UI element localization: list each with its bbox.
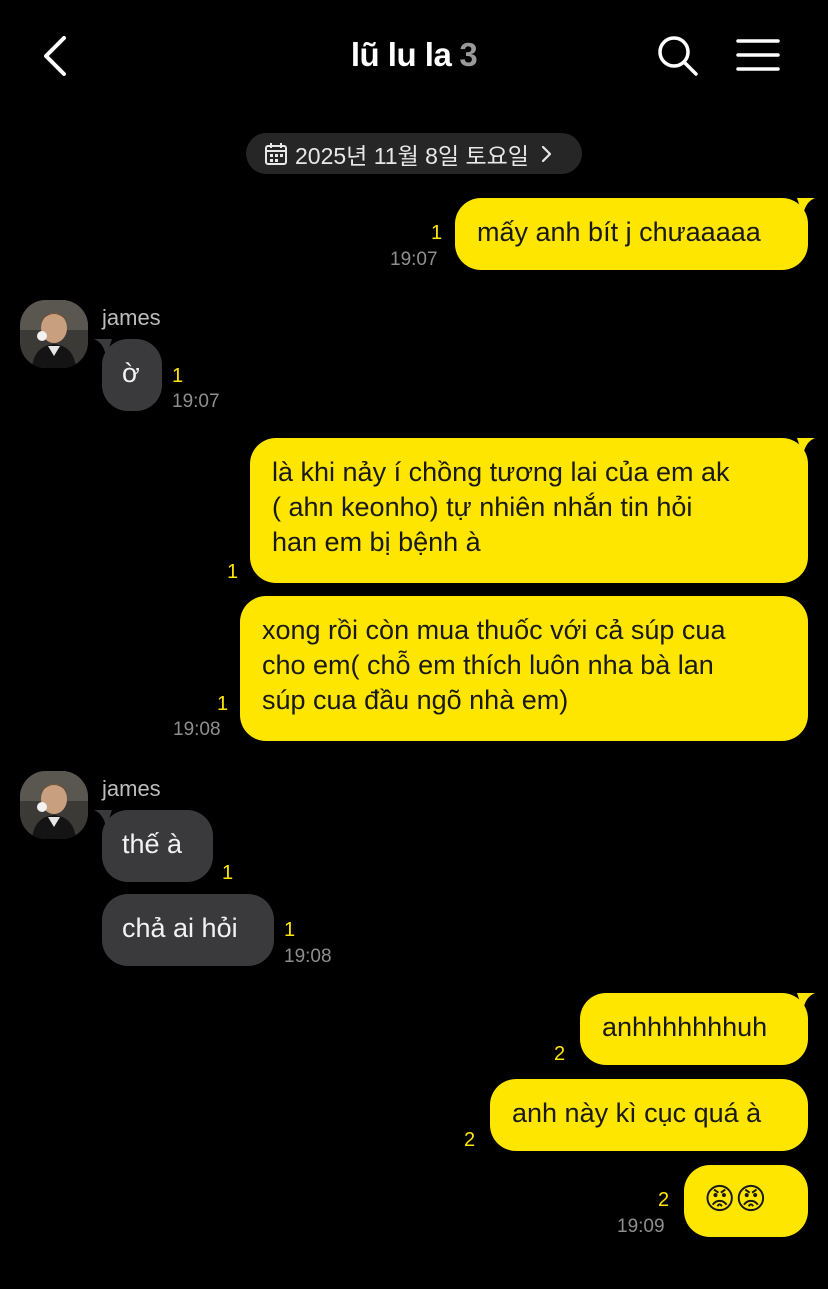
message-text: ờ: [122, 358, 140, 388]
chat-title: lũ lu la 3: [0, 36, 828, 74]
avatar[interactable]: [20, 300, 88, 368]
my-message-bubble[interactable]: mấy anh bít j chưaaaaa: [455, 198, 808, 270]
hamburger-menu-icon[interactable]: [736, 36, 780, 76]
message-time: 19:07: [390, 249, 438, 270]
unread-count: 1: [227, 561, 239, 583]
bubble-tail: [94, 810, 112, 828]
unread-count: 1: [172, 365, 184, 387]
date-divider[interactable]: 2025년 11월 8일 토요일: [246, 133, 582, 174]
unread-count: 2: [658, 1189, 670, 1211]
calendar-icon: [265, 142, 287, 165]
message-time: 19:09: [617, 1216, 665, 1237]
message-line: là khi nảy í chồng tương lai của em ak: [272, 457, 730, 487]
unread-count: 2: [464, 1129, 476, 1151]
message-time: 19:07: [172, 391, 220, 412]
profile-photo: [20, 300, 88, 368]
sender-name: james: [102, 305, 161, 330]
message-text: thế à: [122, 829, 183, 859]
emoji-message: 😡😡: [704, 1183, 767, 1216]
my-message-bubble[interactable]: xong rồi còn mua thuốc với cả súp cua ch…: [240, 596, 808, 741]
message-line: ( ahn keonho) tự nhiên nhắn tin hỏi: [272, 492, 693, 522]
unread-count: 1: [284, 919, 296, 941]
their-message-bubble[interactable]: thế à: [102, 810, 213, 882]
bubble-tail: [797, 438, 815, 456]
chat-title-text: lũ lu la: [350, 36, 452, 73]
unread-count: 1: [217, 693, 229, 715]
unread-count: 2: [554, 1043, 566, 1065]
message-text: anh này kì cục quá à: [512, 1098, 762, 1128]
message-text: chả ai hỏi: [122, 913, 238, 943]
message-text: mấy anh bít j chưaaaaa: [477, 217, 761, 247]
message-time: 19:08: [173, 719, 221, 740]
profile-photo: [20, 771, 88, 839]
search-icon[interactable]: [656, 34, 700, 78]
message-line: cho em( chỗ em thích luôn nha bà lan: [262, 650, 714, 680]
chevron-right-icon: [541, 145, 552, 162]
my-message-bubble[interactable]: 😡😡: [684, 1165, 808, 1237]
message-line: súp cua đầu ngõ nhà em): [262, 685, 569, 715]
message-text: anhhhhhhhuh: [602, 1012, 768, 1042]
my-message-bubble[interactable]: anhhhhhhhuh: [580, 993, 808, 1065]
bubble-tail: [94, 339, 112, 357]
date-label: 2025년 11월 8일 토요일: [295, 142, 529, 169]
unread-count: 1: [222, 862, 234, 884]
their-message-bubble[interactable]: chả ai hỏi: [102, 894, 274, 966]
my-message-bubble[interactable]: anh này kì cục quá à: [490, 1079, 808, 1151]
bubble-tail: [797, 993, 815, 1011]
unread-count: 1: [431, 222, 443, 244]
avatar[interactable]: [20, 771, 88, 839]
my-message-bubble[interactable]: là khi nảy í chồng tương lai của em ak (…: [250, 438, 808, 583]
message-line: xong rồi còn mua thuốc với cả súp cua: [262, 615, 726, 645]
message-time: 19:08: [284, 946, 332, 967]
chat-header: lũ lu la 3: [0, 0, 828, 112]
message-line: han em bị bệnh à: [272, 527, 481, 557]
member-count: 3: [459, 36, 478, 73]
bubble-tail: [797, 198, 815, 216]
sender-name: james: [102, 776, 161, 801]
